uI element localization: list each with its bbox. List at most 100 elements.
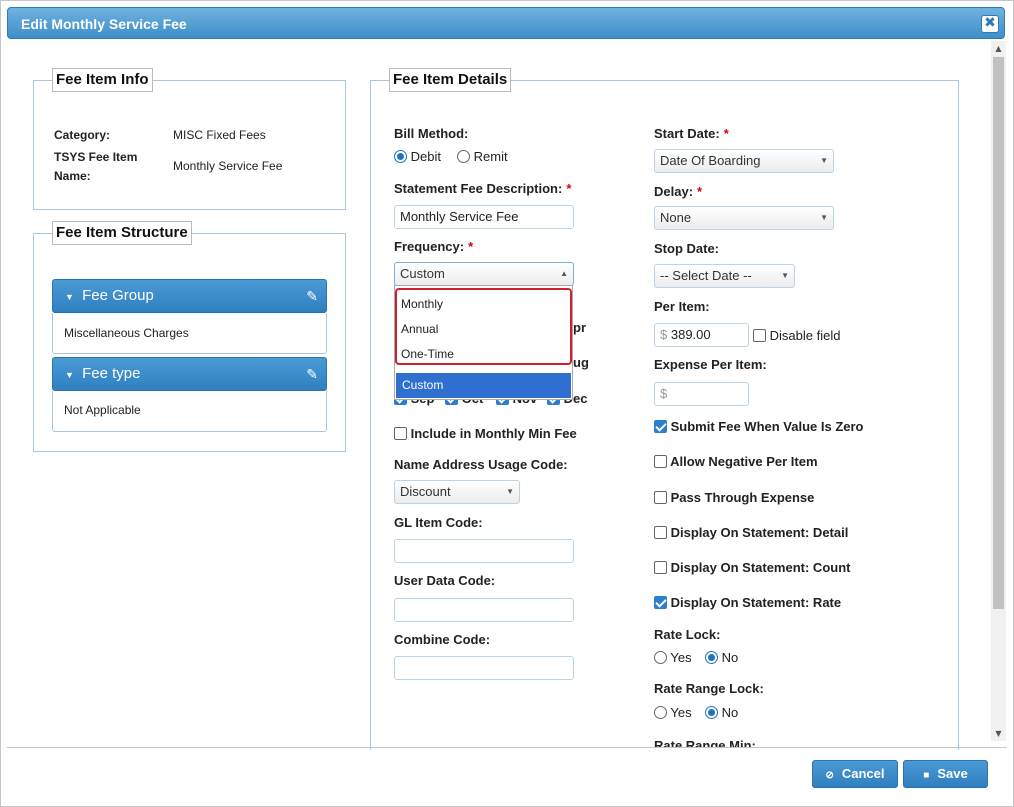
fee-item-info-section [33, 80, 346, 210]
include-min-fee[interactable]: Include in Monthly Min Fee [394, 426, 577, 441]
fee-item-structure-legend: Fee Item Structure [52, 221, 192, 245]
start-date-label-text: Start Date: [654, 126, 720, 141]
display-rate-checkbox[interactable] [654, 596, 667, 609]
disable-field-label: Disable field [769, 328, 841, 343]
fee-group-header[interactable]: ▼ Fee Group ✎ [52, 279, 327, 313]
scrollbar-thumb[interactable] [993, 57, 1004, 609]
user-data-label: User Data Code: [394, 573, 496, 588]
expense-per-item-label: Expense Per Item: [654, 357, 767, 372]
caret-down-icon: ▼ [506, 487, 514, 496]
statement-desc-input[interactable]: Monthly Service Fee [394, 205, 574, 229]
rate-range-lock-yes[interactable]: Yes [654, 705, 692, 720]
name-address-select[interactable]: Discount ▼ [394, 480, 520, 504]
disable-field-checkbox[interactable] [753, 329, 766, 342]
rate-range-min-clip: Rate Range Min: [654, 738, 984, 747]
display-rate[interactable]: Display On Statement: Rate [654, 595, 841, 610]
allow-negative[interactable]: Allow Negative Per Item [654, 454, 818, 469]
display-count-label: Display On Statement: Count [670, 560, 851, 575]
edit-fee-dialog: Edit Monthly Service Fee ✖ ▲ ▼ Fee Item … [0, 0, 1014, 807]
display-count-checkbox[interactable] [654, 561, 667, 574]
name-address-value: Discount [400, 484, 451, 499]
user-data-input[interactable] [394, 598, 574, 622]
save-button[interactable]: ■ Save [903, 760, 988, 788]
bill-method-debit[interactable]: Debit [394, 149, 441, 164]
fee-type-body: Not Applicable [52, 391, 327, 432]
fee-group-body: Miscellaneous Charges [52, 313, 327, 354]
stop-date-select[interactable]: -- Select Date -- ▼ [654, 264, 795, 288]
combine-code-label: Combine Code: [394, 632, 491, 647]
cancel-button[interactable]: ⊘ Cancel [812, 760, 898, 788]
month-fragment-aug: ug [573, 355, 589, 370]
frequency-selected-value: Custom [400, 266, 445, 281]
fee-type-title: Fee type [82, 365, 141, 382]
edit-pencil-icon[interactable]: ✎ [306, 358, 318, 390]
cancel-icon: ⊘ [825, 770, 834, 781]
save-icon: ■ [923, 770, 930, 781]
rate-range-lock-no-radio[interactable] [705, 706, 718, 719]
caret-down-icon: ▼ [65, 370, 74, 380]
cancel-label: Cancel [841, 766, 885, 781]
item-name-label-line1: TSYS Fee Item [54, 150, 138, 164]
dialog-titlebar: Edit Monthly Service Fee ✖ [7, 7, 1005, 39]
combine-code-input[interactable] [394, 656, 574, 680]
annotation-highlight-box [395, 288, 572, 365]
display-count[interactable]: Display On Statement: Count [654, 560, 850, 575]
scrollbar[interactable]: ▲ ▼ [991, 41, 1006, 741]
bill-method-label: Bill Method: [394, 126, 469, 141]
stop-date-label: Stop Date: [654, 241, 719, 256]
display-detail[interactable]: Display On Statement: Detail [654, 525, 848, 540]
disable-field[interactable]: Disable field [753, 328, 840, 343]
rate-lock-no-radio[interactable] [705, 651, 718, 664]
statement-desc-label-text: Statement Fee Description: [394, 181, 563, 196]
frequency-label: Frequency: * [394, 239, 473, 254]
save-label: Save [937, 766, 968, 781]
delay-label: Delay: * [654, 184, 702, 199]
delay-select[interactable]: None ▼ [654, 206, 834, 230]
frequency-option-custom[interactable]: Custom [396, 373, 571, 398]
debit-radio[interactable] [394, 150, 407, 163]
allow-negative-checkbox[interactable] [654, 455, 667, 468]
bill-method-remit[interactable]: Remit [457, 149, 508, 164]
no-label: No [721, 650, 739, 665]
pass-through[interactable]: Pass Through Expense [654, 490, 814, 505]
submit-zero[interactable]: Submit Fee When Value Is Zero [654, 419, 864, 434]
edit-pencil-icon[interactable]: ✎ [306, 280, 318, 312]
remit-radio[interactable] [457, 150, 470, 163]
fee-group-title: Fee Group [82, 287, 154, 304]
display-rate-label: Display On Statement: Rate [670, 595, 842, 610]
submit-zero-checkbox[interactable] [654, 420, 667, 433]
gl-item-input[interactable] [394, 539, 574, 563]
no-label: No [721, 705, 739, 720]
fee-type-header[interactable]: ▼ Fee type ✎ [52, 357, 327, 391]
scroll-down-icon[interactable]: ▼ [991, 726, 1006, 741]
per-item-input[interactable]: $ 389.00 [654, 323, 749, 347]
required-marker: * [723, 126, 729, 141]
delay-label-text: Delay: [654, 184, 694, 199]
rate-lock-yes-radio[interactable] [654, 651, 667, 664]
rate-lock-no[interactable]: No [705, 650, 738, 665]
caret-down-icon: ▼ [65, 292, 74, 302]
close-icon[interactable]: ✖ [981, 15, 999, 33]
start-date-select[interactable]: Date Of Boarding ▼ [654, 149, 834, 173]
yes-label: Yes [670, 705, 692, 720]
expense-per-item-input[interactable]: $ [654, 382, 749, 406]
include-min-fee-checkbox[interactable] [394, 427, 407, 440]
pass-through-label: Pass Through Expense [670, 490, 815, 505]
delay-value: None [660, 210, 692, 225]
display-detail-label: Display On Statement: Detail [670, 525, 849, 540]
frequency-select[interactable]: Custom ▲ [394, 262, 574, 286]
scroll-up-icon[interactable]: ▲ [991, 41, 1006, 56]
category-label: Category: [54, 128, 111, 142]
caret-down-icon: ▼ [820, 213, 828, 222]
pass-through-checkbox[interactable] [654, 491, 667, 504]
rate-range-lock-yes-radio[interactable] [654, 706, 667, 719]
per-item-value: 389.00 [670, 327, 711, 342]
rate-lock-yes[interactable]: Yes [654, 650, 692, 665]
frequency-label-text: Frequency: [394, 239, 465, 254]
fee-item-info-legend: Fee Item Info [52, 68, 153, 92]
display-detail-checkbox[interactable] [654, 526, 667, 539]
item-name-value: Monthly Service Fee [173, 159, 283, 173]
rate-range-lock-no[interactable]: No [705, 705, 738, 720]
start-date-value: Date Of Boarding [660, 153, 761, 168]
rate-lock-label: Rate Lock: [654, 627, 721, 642]
